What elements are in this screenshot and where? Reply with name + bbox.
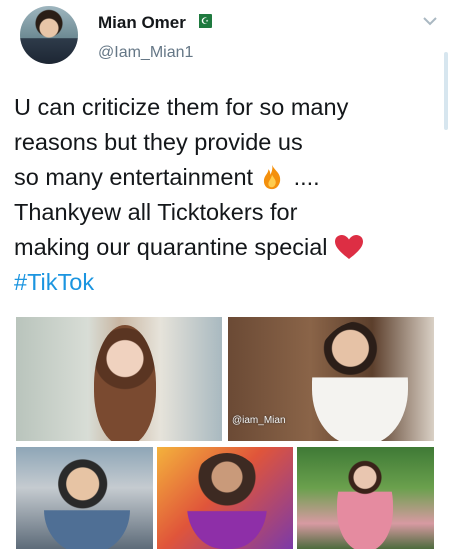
person-figure: [44, 457, 130, 549]
author-handle[interactable]: @Iam_Mian1: [98, 44, 193, 62]
tweet-text: U can criticize them for so many reasons…: [14, 90, 439, 300]
person-figure: [337, 459, 393, 549]
person-figure: [312, 321, 408, 441]
scrollbar[interactable]: [444, 52, 448, 130]
photo-woman-pink-dress[interactable]: [297, 447, 434, 549]
red-heart-emoji-icon: [334, 235, 363, 259]
tweet-line-with-emoji: so many entertainment ....: [14, 160, 439, 195]
author-display-name[interactable]: Mian Omer: [98, 13, 186, 33]
tweet-hashtag-line: #TikTok: [14, 265, 439, 300]
pakistan-flag-icon: ☪: [195, 14, 212, 28]
tweet-line: U can criticize them for so many: [14, 94, 349, 120]
photo-man-white-shirt[interactable]: @iam_Mian: [228, 317, 434, 441]
tweet-line: so many entertainment: [14, 164, 254, 190]
tweet-line: Thankyew all Ticktokers for: [14, 199, 298, 225]
photo-bearded-man[interactable]: [157, 447, 293, 549]
media-grid: @iam_Mian: [16, 317, 434, 549]
person-figure: [187, 453, 267, 549]
photo-man-denim-jacket[interactable]: [16, 447, 153, 549]
chevron-down-icon[interactable]: [420, 14, 440, 28]
avatar[interactable]: [20, 6, 78, 64]
photo-woman-long-hair[interactable]: [16, 317, 222, 441]
hashtag-link[interactable]: #TikTok: [14, 269, 94, 295]
tweet-line: making our quarantine special: [14, 234, 328, 260]
watermark-text: @iam_Mian: [232, 415, 286, 426]
fire-emoji-icon: [263, 164, 281, 190]
tweet-ellipsis: ....: [293, 164, 320, 190]
tweet-line-with-emoji: making our quarantine special: [14, 230, 439, 265]
person-figure: [94, 325, 156, 441]
tweet-line: reasons but they provide us: [14, 129, 303, 155]
